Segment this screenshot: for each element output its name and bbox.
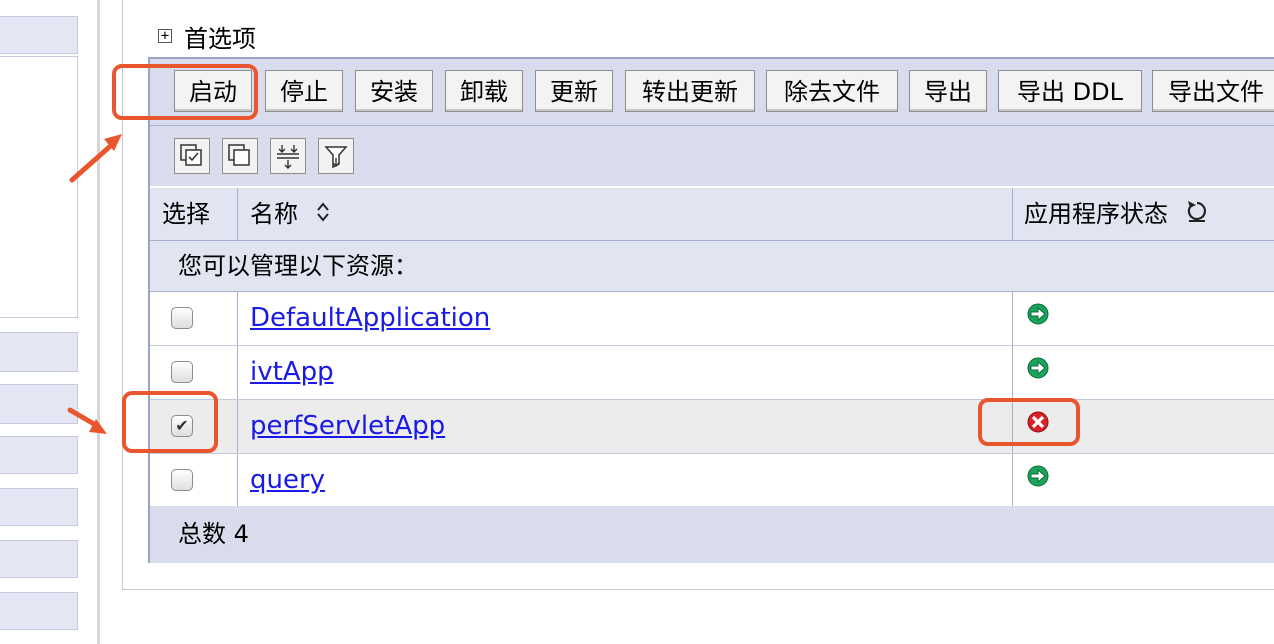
app-link[interactable]: query xyxy=(250,454,325,507)
deselect-all-icon[interactable] xyxy=(222,138,258,174)
column-divider xyxy=(237,188,238,240)
nav-item[interactable] xyxy=(0,592,78,630)
app-link[interactable]: perfServletApp xyxy=(250,400,445,453)
name-column-label: 名称 xyxy=(250,200,298,228)
clear-filter-icon[interactable] xyxy=(318,138,354,174)
pane-divider[interactable] xyxy=(97,0,100,644)
status-column-header: 应用程序状态 xyxy=(1024,188,1208,240)
total-count: 总数 4 xyxy=(178,520,249,548)
column-divider xyxy=(1012,292,1013,345)
status-column-label: 应用程序状态 xyxy=(1024,200,1168,228)
nav-item[interactable] xyxy=(0,16,78,54)
column-divider xyxy=(237,292,238,345)
resource-caption-text: 您可以管理以下资源： xyxy=(178,252,418,280)
nav-item[interactable] xyxy=(0,436,78,474)
show-filter-icon[interactable] xyxy=(270,138,306,174)
stop-button[interactable]: 停止 xyxy=(265,70,343,112)
row-checkbox[interactable] xyxy=(171,307,193,329)
name-column-header[interactable]: 名称 xyxy=(250,188,330,240)
nav-item[interactable] xyxy=(0,540,78,578)
export-ddl-button[interactable]: 导出 DDL xyxy=(998,70,1142,112)
nav-item[interactable] xyxy=(0,488,78,526)
app-link[interactable]: ivtApp xyxy=(250,346,334,399)
table-row: query xyxy=(150,454,1274,508)
left-navigation xyxy=(0,0,78,644)
rollout-update-button[interactable]: 转出更新 xyxy=(625,70,755,112)
column-divider xyxy=(237,400,238,453)
uninstall-button[interactable]: 卸载 xyxy=(445,70,523,112)
started-arrow-icon xyxy=(1026,356,1050,384)
icon-toolbar xyxy=(150,126,1274,188)
column-divider xyxy=(237,454,238,507)
checkbox-callout xyxy=(122,391,218,453)
table-footer: 总数 4 xyxy=(150,506,1274,563)
application-table: 启动 停止 安装 卸载 更新 转出更新 除去文件 导出 导出 DDL 导出文件 … xyxy=(148,57,1274,563)
select-all-icon[interactable] xyxy=(174,138,210,174)
started-arrow-icon xyxy=(1026,464,1050,492)
row-checkbox[interactable] xyxy=(171,361,193,383)
callout-arrow-icon xyxy=(69,134,122,183)
preferences-toggle[interactable]: + 首选项 xyxy=(158,20,256,53)
started-arrow-icon xyxy=(1026,302,1050,330)
app-link[interactable]: DefaultApplication xyxy=(250,292,490,345)
update-button[interactable]: 更新 xyxy=(535,70,613,112)
column-divider xyxy=(237,346,238,399)
export-file-button[interactable]: 导出文件 xyxy=(1152,70,1274,112)
table-row: DefaultApplication xyxy=(150,292,1274,346)
refresh-icon[interactable] xyxy=(1186,189,1208,241)
remove-file-button[interactable]: 除去文件 xyxy=(766,70,898,112)
column-divider xyxy=(1012,454,1013,507)
callout-arrow-icon xyxy=(67,407,107,434)
nav-item[interactable] xyxy=(0,332,78,372)
resource-caption: 您可以管理以下资源： xyxy=(150,241,1274,292)
table-row: ✔ perfServletApp xyxy=(150,400,1274,454)
install-button[interactable]: 安装 xyxy=(355,70,433,112)
sort-icon[interactable] xyxy=(316,189,330,241)
table-row: ivtApp xyxy=(150,346,1274,400)
action-toolbar: 启动 停止 安装 卸载 更新 转出更新 除去文件 导出 导出 DDL 导出文件 xyxy=(150,59,1274,126)
select-column-header: 选择 xyxy=(162,200,210,228)
start-button-callout xyxy=(112,64,258,120)
column-divider xyxy=(1012,346,1013,399)
row-checkbox[interactable] xyxy=(171,469,193,491)
column-divider xyxy=(1012,188,1013,240)
status-callout xyxy=(978,398,1080,446)
export-button[interactable]: 导出 xyxy=(909,70,987,112)
preferences-label: 首选项 xyxy=(184,24,256,53)
plus-box-icon[interactable]: + xyxy=(158,29,172,43)
table-header: 选择 名称 应用程序状态 xyxy=(150,188,1274,241)
